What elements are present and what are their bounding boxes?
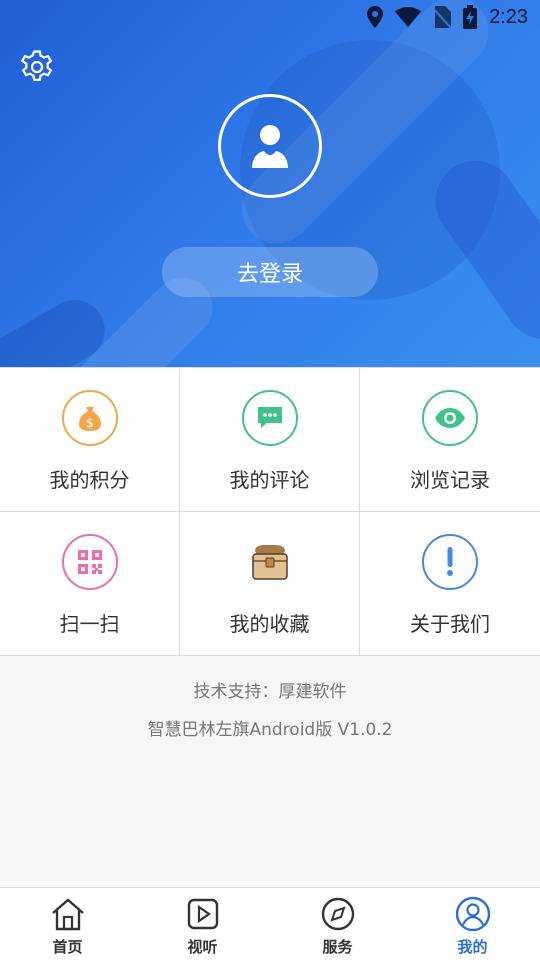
compass-icon — [321, 897, 354, 931]
treasure-box-icon — [242, 534, 298, 590]
nav-label: 视听 — [187, 938, 218, 956]
tech-support-text: 技术支持：厚建软件 — [193, 682, 347, 702]
nav-item-media[interactable]: 视听 — [135, 888, 270, 960]
grid-item-points[interactable]: $ 我的积分 — [0, 368, 180, 512]
wifi-icon — [395, 7, 422, 27]
grid-item-scan[interactable]: 扫一扫 — [0, 512, 180, 656]
nav-item-mine[interactable]: 我的 — [405, 888, 540, 960]
grid-item-label: 扫一扫 — [59, 612, 120, 636]
svg-text:$: $ — [86, 416, 94, 430]
home-icon — [51, 898, 84, 931]
qr-code-icon — [62, 534, 118, 590]
money-bag-icon: $ — [62, 390, 118, 446]
grid-item-label: 我的积分 — [49, 468, 130, 492]
no-sim-icon — [433, 6, 452, 28]
user-icon — [252, 125, 288, 168]
avatar[interactable] — [218, 94, 322, 198]
nav-item-services[interactable]: 服务 — [270, 888, 405, 960]
login-button[interactable]: 去登录 — [162, 247, 378, 297]
user-circle-icon — [455, 896, 490, 932]
status-time: 2:23 — [489, 5, 528, 28]
status-bar: 2:23 — [0, 0, 540, 36]
settings-icon[interactable] — [18, 48, 56, 86]
profile-header: 2:23 去登录 — [0, 0, 540, 367]
location-icon — [367, 6, 384, 28]
grid-item-history[interactable]: 浏览记录 — [360, 368, 540, 512]
grid-item-comments[interactable]: 我的评论 — [180, 368, 360, 512]
nav-item-home[interactable]: 首页 — [0, 888, 135, 960]
battery-charging-icon — [463, 5, 478, 29]
eye-icon — [422, 390, 478, 446]
nav-label: 首页 — [52, 938, 83, 956]
grid-item-label: 我的评论 — [229, 468, 310, 492]
function-grid: $ 我的积分 我的评论 浏览记录 扫一扫 我的收藏 关于我们 — [0, 367, 540, 656]
grid-item-favorites[interactable]: 我的收藏 — [180, 512, 360, 656]
version-text: 智慧巴林左旗Android版 V1.0.2 — [147, 720, 393, 740]
grid-item-label: 浏览记录 — [410, 468, 490, 492]
grid-item-label: 我的收藏 — [229, 612, 310, 636]
comment-icon — [242, 390, 298, 446]
nav-label: 服务 — [322, 938, 353, 956]
nav-label: 我的 — [457, 938, 488, 956]
play-icon — [187, 898, 218, 930]
grid-item-about[interactable]: 关于我们 — [360, 512, 540, 656]
bottom-nav: 首页 视听 服务 我的 — [0, 887, 540, 960]
info-icon — [422, 534, 478, 590]
grid-item-label: 关于我们 — [410, 612, 490, 636]
